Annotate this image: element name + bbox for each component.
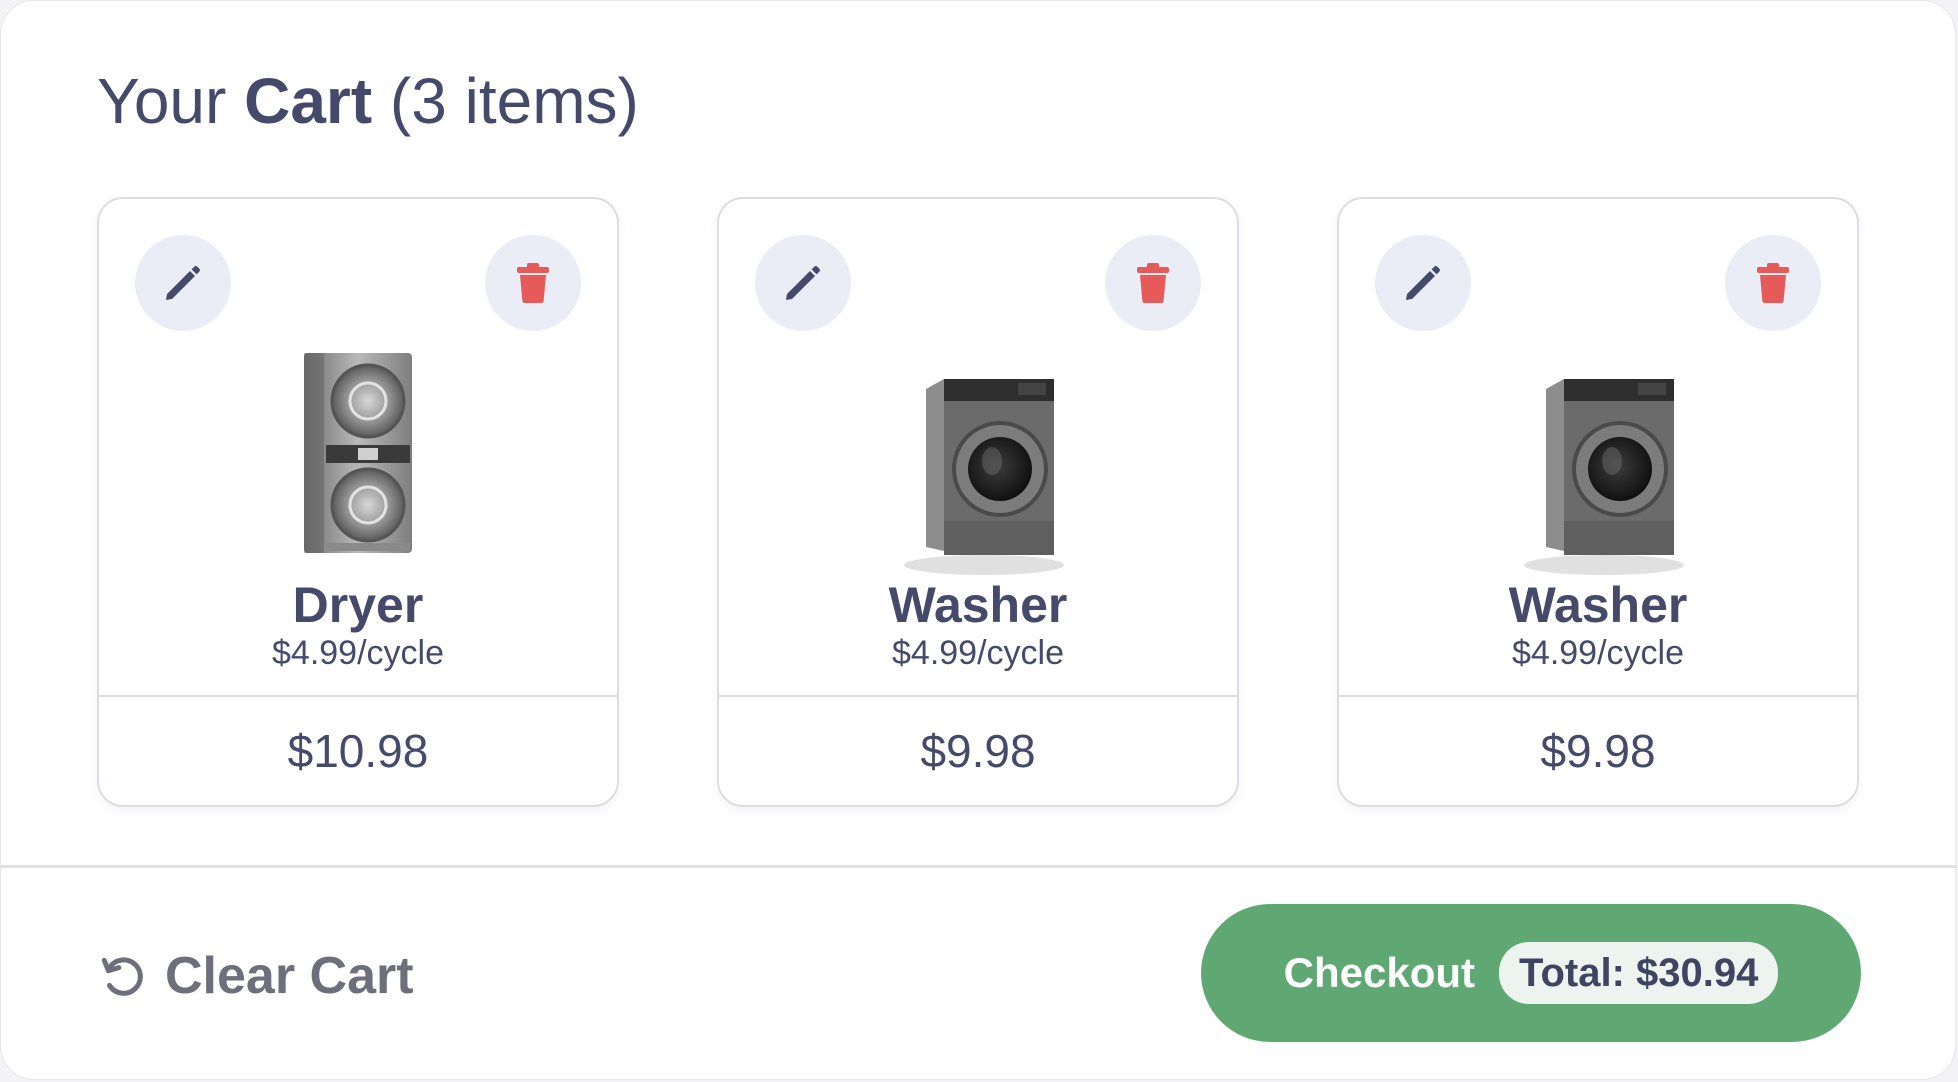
front-load-washer-image	[1524, 379, 1684, 575]
product-total: $10.98	[287, 725, 429, 777]
undo-icon	[101, 957, 143, 996]
delete-button[interactable]	[1725, 235, 1821, 331]
pencil-icon	[166, 266, 200, 300]
cart-item-card: Washer $4.99/cycle $9.98	[717, 197, 1239, 807]
product-name: Dryer	[292, 577, 424, 633]
cart-panel: Your Cart (3 items) Dryer $4.99/cycle $1…	[0, 0, 1957, 1080]
checkout-label: Checkout	[1283, 949, 1475, 996]
checkout-button[interactable]: Checkout Total: $30.94	[1201, 904, 1861, 1042]
product-total: $9.98	[920, 725, 1036, 777]
edit-button[interactable]	[755, 235, 851, 331]
title-prefix: Your	[97, 65, 227, 137]
trash-icon	[1137, 263, 1169, 303]
trash-icon	[517, 263, 549, 303]
page-title: Your Cart (3 items)	[97, 61, 639, 141]
card-divider	[719, 695, 1237, 697]
edit-button[interactable]	[1375, 235, 1471, 331]
card-divider	[1339, 695, 1857, 697]
title-bold: Cart	[244, 65, 373, 137]
product-total: $9.98	[1540, 725, 1656, 777]
product-name: Washer	[888, 577, 1068, 633]
cart-item-card: Washer $4.99/cycle $9.98	[1337, 197, 1859, 807]
stacked-dryer-image	[304, 353, 412, 553]
footer-divider	[1, 865, 1957, 868]
clear-cart-label: Clear Cart	[165, 947, 414, 1005]
clear-cart-button[interactable]: Clear Cart	[97, 941, 414, 1011]
total-badge: Total: $30.94	[1499, 942, 1779, 1004]
title-count: (3 items)	[389, 65, 639, 137]
cart-item-card: Dryer $4.99/cycle $10.98	[97, 197, 619, 807]
card-divider	[99, 695, 617, 697]
delete-button[interactable]	[485, 235, 581, 331]
edit-button[interactable]	[135, 235, 231, 331]
pencil-icon	[786, 266, 820, 300]
delete-button[interactable]	[1105, 235, 1201, 331]
trash-icon	[1757, 263, 1789, 303]
product-rate: $4.99/cycle	[272, 634, 444, 672]
front-load-washer-image	[904, 379, 1064, 575]
product-name: Washer	[1508, 577, 1688, 633]
pencil-icon	[1406, 266, 1440, 300]
product-rate: $4.99/cycle	[1512, 634, 1684, 672]
product-rate: $4.99/cycle	[892, 634, 1064, 672]
